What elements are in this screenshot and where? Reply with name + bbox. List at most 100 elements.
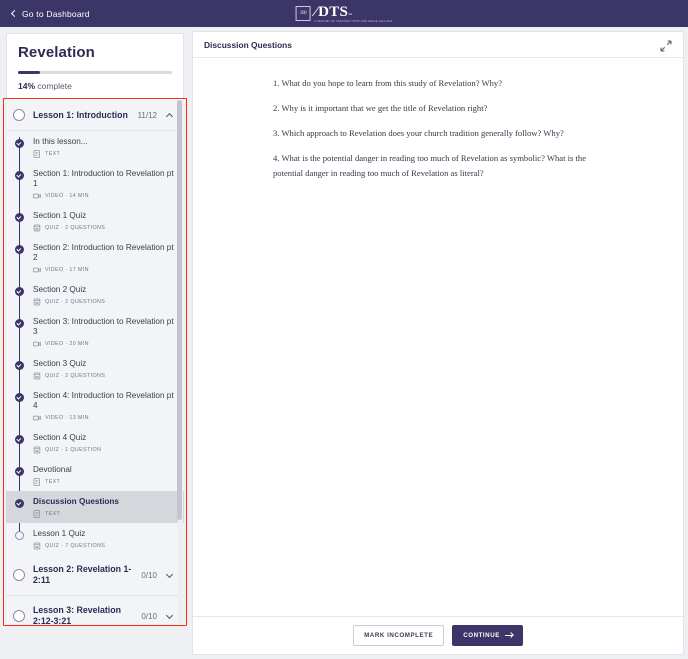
completed-check-icon: [14, 171, 24, 180]
list-item[interactable]: Lesson 1 Quiz QUIZ · 7 QUESTIONS: [6, 523, 184, 555]
list-item[interactable]: Section 3: Introduction to Revelation pt…: [6, 311, 184, 353]
item-meta: QUIZ · 2 QUESTIONS: [45, 225, 106, 231]
video-icon: [33, 414, 41, 422]
item-meta: QUIZ · 1 QUESTION: [45, 447, 102, 453]
chevron-up-icon[interactable]: [165, 112, 174, 120]
dts-logo: 100 ⁄ DTS ™ A CENTURY OF TEACHING TRUTH …: [295, 3, 393, 24]
completed-check-icon: [14, 287, 24, 296]
item-title: Section 1 Quiz: [33, 211, 87, 220]
item-title: Section 1: Introduction to Revelation pt…: [33, 169, 174, 188]
item-meta: QUIZ · 2 QUESTIONS: [45, 299, 106, 305]
item-title: Section 4: Introduction to Revelation pt…: [33, 391, 174, 410]
logo-subtitle: A CENTURY OF TEACHING TRUTH AND GRACE 19…: [314, 19, 393, 23]
lesson-title: Lesson 3: Revelation 2:12-3:21: [33, 605, 121, 624]
logo-wordmark: DTS: [318, 3, 349, 20]
question-2: 2. Why is it important that we get the t…: [273, 103, 488, 113]
item-meta: QUIZ · 2 QUESTIONS: [45, 373, 106, 379]
item-meta: TEXT: [45, 479, 61, 485]
text-icon: [33, 478, 41, 486]
item-title: Section 3: Introduction to Revelation pt…: [33, 317, 174, 336]
course-player-page: Go to Dashboard 100 ⁄ DTS ™ A CENTURY OF…: [0, 0, 688, 659]
content-panel: Discussion Questions 1. What do you hope…: [192, 31, 684, 655]
item-meta: VIDEO · 14 MIN: [45, 193, 89, 199]
quiz-icon: [33, 224, 41, 232]
sidebar-scrollbar-thumb[interactable]: [177, 100, 182, 520]
mark-incomplete-button[interactable]: Mark Incomplete: [353, 625, 445, 646]
quiz-icon: [33, 446, 41, 454]
quiz-icon: [33, 372, 41, 380]
item-title: Section 3 Quiz: [33, 359, 87, 368]
item-title: Section 4 Quiz: [33, 433, 87, 442]
lesson-progress-count: 11/12: [137, 110, 157, 120]
completed-check-icon: [14, 361, 24, 370]
list-item[interactable]: Section 2: Introduction to Revelation pt…: [6, 237, 184, 279]
circle-outline-icon: [13, 610, 25, 622]
lesson-title: Lesson 1: Introduction: [33, 109, 128, 120]
lesson-list[interactable]: Lesson 1: Introduction 11/12 In this les…: [6, 100, 184, 624]
list-item[interactable]: Section 3 Quiz QUIZ · 2 QUESTIONS: [6, 353, 184, 385]
item-title: Discussion Questions: [33, 497, 119, 506]
progress-percent-suffix: complete: [35, 80, 72, 91]
item-meta: TEXT: [45, 511, 61, 517]
list-item[interactable]: Section 4: Introduction to Revelation pt…: [6, 385, 184, 427]
item-meta: VIDEO · 17 MIN: [45, 267, 89, 273]
lesson-progress-count: 0/10: [141, 611, 157, 621]
top-navigation-bar: Go to Dashboard 100 ⁄ DTS ™ A CENTURY OF…: [0, 0, 688, 27]
completed-check-icon: [14, 435, 24, 444]
chevron-down-icon[interactable]: [165, 611, 174, 619]
continue-button[interactable]: Continue: [452, 625, 523, 646]
item-title: In this lesson...: [33, 137, 88, 146]
question-3: 3. Which approach to Revelation does you…: [273, 128, 564, 138]
item-title: Devotional: [33, 465, 72, 474]
lesson-title: Lesson 2: Revelation 1-2:11: [33, 564, 132, 585]
logo-swoosh-icon: ⁄: [314, 3, 318, 20]
completed-check-icon: [14, 319, 24, 328]
item-title: Section 2: Introduction to Revelation pt…: [33, 243, 174, 262]
content-panel-body: 1. What do you hope to learn from this s…: [193, 58, 683, 616]
quiz-icon: [33, 298, 41, 306]
chevron-left-icon: [10, 9, 19, 18]
content-title: Discussion Questions: [204, 39, 292, 50]
discussion-questions-document: 1. What do you hope to learn from this s…: [273, 76, 603, 181]
lesson-1-items: In this lesson... TEXT Section 1: Introd…: [6, 131, 184, 555]
question-1: 1. What do you hope to learn from this s…: [273, 78, 503, 88]
content-panel-header: Discussion Questions: [193, 32, 683, 58]
course-progress-bar: [18, 71, 172, 74]
lesson-header-2[interactable]: Lesson 2: Revelation 1-2:11 0/10: [6, 555, 184, 596]
completed-check-icon: [14, 139, 24, 148]
logo-trademark: ™: [348, 11, 353, 17]
list-item[interactable]: Section 4 Quiz QUIZ · 1 QUESTION: [6, 427, 184, 459]
lesson-progress-count: 0/10: [141, 570, 157, 580]
list-item[interactable]: Section 1: Introduction to Revelation pt…: [6, 163, 184, 205]
course-progress-label: 14% complete: [18, 81, 172, 91]
go-to-dashboard-label: Go to Dashboard: [22, 8, 90, 19]
video-icon: [33, 266, 41, 274]
circle-outline-icon: [13, 109, 25, 121]
sidebar-scrollbar-track[interactable]: [177, 100, 183, 624]
item-meta: TEXT: [45, 151, 61, 157]
expand-arrows-icon[interactable]: [660, 39, 672, 52]
progress-percent-value: 14%: [18, 80, 36, 91]
list-item-active[interactable]: Discussion Questions TEXT: [6, 491, 184, 523]
list-item[interactable]: Section 1 Quiz QUIZ · 2 QUESTIONS: [6, 205, 184, 237]
go-to-dashboard-link[interactable]: Go to Dashboard: [10, 8, 90, 19]
item-meta: VIDEO · 20 MIN: [45, 341, 89, 347]
lesson-header-3[interactable]: Lesson 3: Revelation 2:12-3:21 0/10: [6, 596, 184, 624]
completed-check-icon: [14, 245, 24, 254]
item-title: Lesson 1 Quiz: [33, 529, 86, 538]
circle-outline-icon: [14, 531, 24, 540]
lesson-header-1[interactable]: Lesson 1: Introduction 11/12: [6, 100, 184, 131]
list-item[interactable]: In this lesson... TEXT: [6, 131, 184, 163]
chevron-down-icon[interactable]: [165, 570, 174, 578]
continue-label: Continue: [463, 632, 500, 639]
video-icon: [33, 340, 41, 348]
video-icon: [33, 192, 41, 200]
list-item[interactable]: Devotional TEXT: [6, 459, 184, 491]
circle-outline-icon: [13, 569, 25, 581]
item-meta: VIDEO · 13 MIN: [45, 415, 89, 421]
page-title: Revelation: [18, 44, 95, 61]
list-item[interactable]: Section 2 Quiz QUIZ · 2 QUESTIONS: [6, 279, 184, 311]
question-4: 4. What is the potential danger in readi…: [273, 153, 587, 178]
content-panel-footer: Mark Incomplete Continue: [193, 616, 683, 654]
item-title: Section 2 Quiz: [33, 285, 87, 294]
